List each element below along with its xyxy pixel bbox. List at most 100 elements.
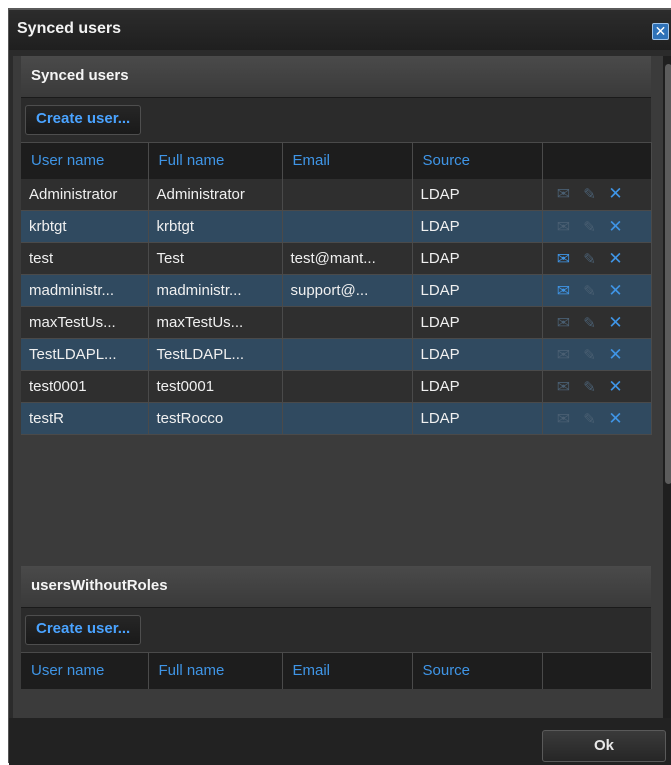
- column-header[interactable]: [542, 142, 652, 179]
- table-row[interactable]: test0001 test0001 LDAP ✉ ✎ ✕: [21, 370, 652, 403]
- edit-pencil-icon: ✎: [583, 410, 596, 428]
- send-mail-icon[interactable]: ✉: [551, 281, 577, 301]
- edit-pencil-icon: ✎: [583, 378, 596, 396]
- create-user-button[interactable]: Create user...: [25, 615, 142, 645]
- column-header[interactable]: Email: [282, 652, 413, 689]
- table-row[interactable]: madministr... madministr... support@... LDA…: [21, 274, 652, 307]
- send-mail-icon: ✉: [556, 378, 571, 396]
- table-row[interactable]: Administrator Administrator LDAP ✉ ✎ ✕: [21, 178, 652, 211]
- delete-x-icon[interactable]: ✕: [603, 409, 629, 429]
- ok-button[interactable]: Ok: [542, 730, 666, 762]
- cell-email: [282, 306, 413, 339]
- send-mail-icon: ✉: [556, 346, 571, 364]
- send-mail-icon[interactable]: ✉: [551, 249, 577, 269]
- table-row[interactable]: test Test test@mant... LDAP ✉ ✎ ✕: [21, 242, 652, 275]
- cell-user-name: madministr...: [21, 274, 149, 307]
- cell-full-name: maxTestUs...: [148, 306, 283, 339]
- cell-user-name: TestLDAPL...: [21, 338, 149, 371]
- cell-user-name: test: [21, 242, 149, 275]
- dialog-footer: Ok: [9, 718, 671, 765]
- column-header[interactable]: Email: [282, 142, 413, 179]
- column-header[interactable]: User name: [21, 142, 149, 179]
- cell-source: LDAP: [412, 274, 543, 307]
- cell-user-name: test0001: [21, 370, 149, 403]
- section-toolbar: Create user...: [21, 608, 651, 652]
- cell-email: [282, 210, 413, 243]
- edit-pencil-icon: ✎: [583, 346, 596, 364]
- cell-full-name: test0001: [148, 370, 283, 403]
- edit-pencil-icon: ✎: [583, 218, 596, 236]
- delete-x-icon[interactable]: ✕: [603, 313, 629, 333]
- users-without-roles-table: User name Full name Email Source: [21, 652, 652, 689]
- vertical-scrollbar[interactable]: [663, 56, 671, 718]
- column-header[interactable]: Full name: [148, 652, 283, 689]
- cell-email: test@mant...: [282, 242, 413, 275]
- cell-source: LDAP: [412, 242, 543, 275]
- cell-user-name: Administrator: [21, 178, 149, 211]
- section-title: Synced users: [21, 56, 651, 98]
- cell-source: LDAP: [412, 210, 543, 243]
- cell-full-name: Administrator: [148, 178, 283, 211]
- cell-user-name: testR: [21, 402, 149, 435]
- cell-source: LDAP: [412, 306, 543, 339]
- cell-email: [282, 370, 413, 403]
- table-row[interactable]: maxTestUs... maxTestUs... LDAP ✉ ✎ ✕: [21, 306, 652, 339]
- section-title: usersWithoutRoles: [21, 566, 651, 608]
- column-header[interactable]: [542, 652, 652, 689]
- cell-full-name: TestLDAPL...: [148, 338, 283, 371]
- column-header[interactable]: Source: [412, 142, 543, 179]
- table-row[interactable]: krbtgt krbtgt LDAP ✉ ✎ ✕: [21, 210, 652, 243]
- cell-email: [282, 178, 413, 211]
- send-mail-icon: ✉: [556, 410, 571, 428]
- dialog-content: Synced users Create user... User name Ful…: [13, 56, 663, 718]
- cell-user-name: maxTestUs...: [21, 306, 149, 339]
- delete-x-icon[interactable]: ✕: [603, 377, 629, 397]
- synced-users-table: User name Full name Email Source Administra…: [21, 142, 652, 435]
- cell-full-name: madministr...: [148, 274, 283, 307]
- row-actions: ✉ ✎ ✕: [542, 306, 652, 339]
- edit-pencil-icon: ✎: [583, 250, 596, 268]
- users-without-roles-section: usersWithoutRoles Create user... User na…: [21, 566, 652, 689]
- cell-user-name: krbtgt: [21, 210, 149, 243]
- row-actions: ✉ ✎ ✕: [542, 178, 652, 211]
- close-icon[interactable]: ✕: [652, 23, 669, 40]
- column-header[interactable]: User name: [21, 652, 149, 689]
- send-mail-icon: ✉: [556, 314, 571, 332]
- dialog-title: Synced users: [17, 20, 122, 37]
- delete-x-icon[interactable]: ✕: [603, 184, 629, 204]
- dialog-titlebar: Synced users ✕: [9, 10, 671, 50]
- row-actions: ✉ ✎ ✕: [542, 402, 652, 435]
- cell-full-name: Test: [148, 242, 283, 275]
- cell-source: LDAP: [412, 338, 543, 371]
- cell-email: [282, 402, 413, 435]
- cell-full-name: krbtgt: [148, 210, 283, 243]
- cell-source: LDAP: [412, 370, 543, 403]
- row-actions: ✉ ✎ ✕: [542, 274, 652, 307]
- column-header[interactable]: Full name: [148, 142, 283, 179]
- row-actions: ✉ ✎ ✕: [542, 242, 652, 275]
- edit-pencil-icon: ✎: [583, 282, 596, 300]
- cell-email: support@...: [282, 274, 413, 307]
- cell-email: [282, 338, 413, 371]
- synced-users-dialog: Synced users ✕ Synced users Create user.…: [8, 8, 671, 765]
- table-header-row: User name Full name Email Source: [21, 142, 652, 179]
- table-header-row: User name Full name Email Source: [21, 652, 652, 689]
- cell-source: LDAP: [412, 402, 543, 435]
- table-row[interactable]: testR testRocco LDAP ✉ ✎ ✕: [21, 402, 652, 435]
- table-row[interactable]: TestLDAPL... TestLDAPL... LDAP ✉ ✎ ✕: [21, 338, 652, 371]
- cell-full-name: testRocco: [148, 402, 283, 435]
- edit-pencil-icon: ✎: [583, 314, 596, 332]
- row-actions: ✉ ✎ ✕: [542, 338, 652, 371]
- create-user-button[interactable]: Create user...: [25, 105, 142, 135]
- send-mail-icon: ✉: [556, 186, 571, 204]
- column-header[interactable]: Source: [412, 652, 543, 689]
- table-empty-space: [21, 435, 651, 525]
- send-mail-icon: ✉: [556, 218, 571, 236]
- delete-x-icon[interactable]: ✕: [603, 345, 629, 365]
- row-actions: ✉ ✎ ✕: [542, 210, 652, 243]
- edit-pencil-icon: ✎: [583, 186, 596, 204]
- delete-x-icon[interactable]: ✕: [603, 217, 629, 237]
- scrollbar-thumb[interactable]: [665, 64, 671, 484]
- delete-x-icon[interactable]: ✕: [603, 281, 629, 301]
- delete-x-icon[interactable]: ✕: [603, 249, 629, 269]
